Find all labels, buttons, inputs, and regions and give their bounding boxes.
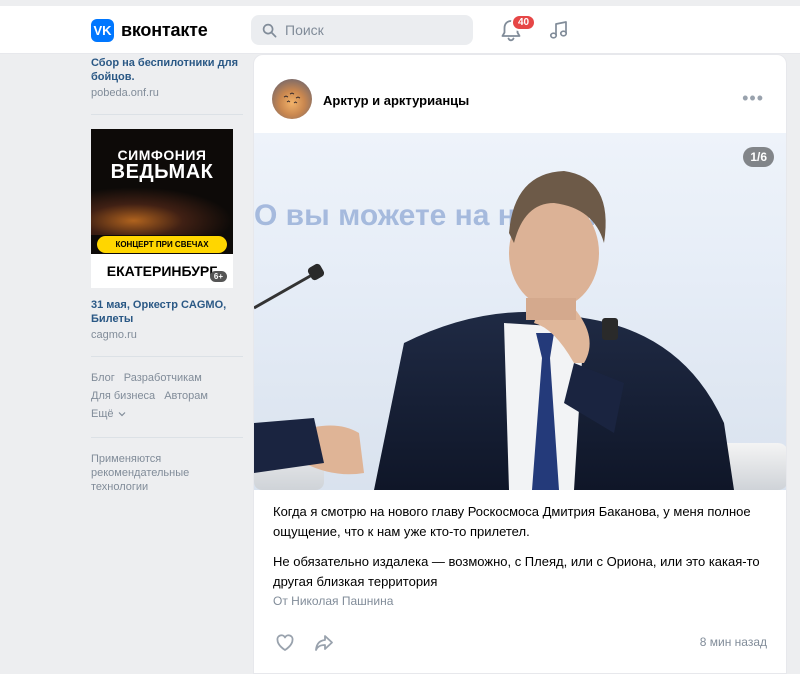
birds-flock-icon [283, 92, 301, 104]
ad-domain[interactable]: pobeda.onf.ru [91, 86, 243, 100]
divider [91, 114, 243, 115]
music-note-icon[interactable] [548, 19, 570, 41]
poster-band: КОНЦЕРТ ПРИ СВЕЧАХ [97, 236, 227, 253]
divider [91, 356, 243, 357]
author-avatar[interactable] [272, 79, 312, 119]
footer-link-developers[interactable]: Разработчикам [124, 372, 202, 384]
notifications-badge: 40 [511, 14, 537, 31]
poster-candles-art [91, 187, 233, 235]
recommendation-note[interactable]: Применяются рекомендательные технологии [91, 452, 243, 494]
post-source[interactable]: От Николая Пашнина [273, 594, 393, 608]
vk-logo[interactable]: VK вконтакте [91, 19, 208, 42]
left-sidebar: Сбор на беспилотники для бойцов. pobeda.… [91, 54, 243, 494]
footer-link-blog[interactable]: Блог [91, 372, 115, 384]
post-card: Арктур и арктурианцы ••• О вы можете на … [253, 54, 787, 674]
more-label: Ещё [91, 408, 114, 420]
footer-link-authors[interactable]: Авторам [164, 390, 208, 402]
ad-domain[interactable]: cagmo.ru [91, 328, 243, 342]
age-rating-badge: 6+ [209, 271, 227, 282]
post-paragraph: Не обязательно издалека — возможно, с Пл… [273, 554, 760, 589]
poster-title-line2: ВЕДЬМАК [110, 161, 214, 183]
photo-illustration: О вы можете на нашем [254, 171, 786, 490]
post-text: Когда я смотрю на нового главу Роскосмос… [273, 502, 773, 592]
more-options-icon[interactable]: ••• [742, 89, 764, 107]
share-icon[interactable] [313, 632, 335, 654]
search-icon [262, 23, 277, 37]
more-button[interactable]: Ещё [91, 405, 126, 423]
divider [91, 437, 243, 438]
search-box[interactable] [251, 15, 473, 45]
top-header: VK вконтакте 40 [0, 6, 800, 54]
heart-icon[interactable] [274, 631, 296, 653]
post-photo[interactable]: О вы можете на нашем 1/6 [254, 133, 786, 490]
footer-links: Блог Разработчикам Для бизнеса Авторам Ещё [91, 369, 243, 423]
post-time[interactable]: 8 мин назад [700, 635, 767, 649]
ad-title[interactable]: 31 мая, Оркестр CAGMO, Билеты [91, 298, 243, 326]
post-paragraph: Когда я смотрю на нового главу Роскосмос… [273, 504, 751, 539]
vk-logo-icon: VK [91, 19, 114, 42]
logo-text: вконтакте [121, 20, 208, 40]
ad-poster-image[interactable]: СИМФОНИЯ ВЕДЬМАК КОНЦЕРТ ПРИ СВЕЧАХ ЕКАТ… [91, 129, 233, 288]
chevron-down-icon [118, 412, 125, 417]
ad-title[interactable]: Сбор на беспилотники для бойцов. [91, 56, 243, 84]
photo-counter: 1/6 [743, 147, 774, 167]
post-author[interactable]: Арктур и арктурианцы [323, 93, 469, 108]
footer-link-business[interactable]: Для бизнеса [91, 390, 155, 402]
search-input[interactable] [285, 22, 465, 38]
